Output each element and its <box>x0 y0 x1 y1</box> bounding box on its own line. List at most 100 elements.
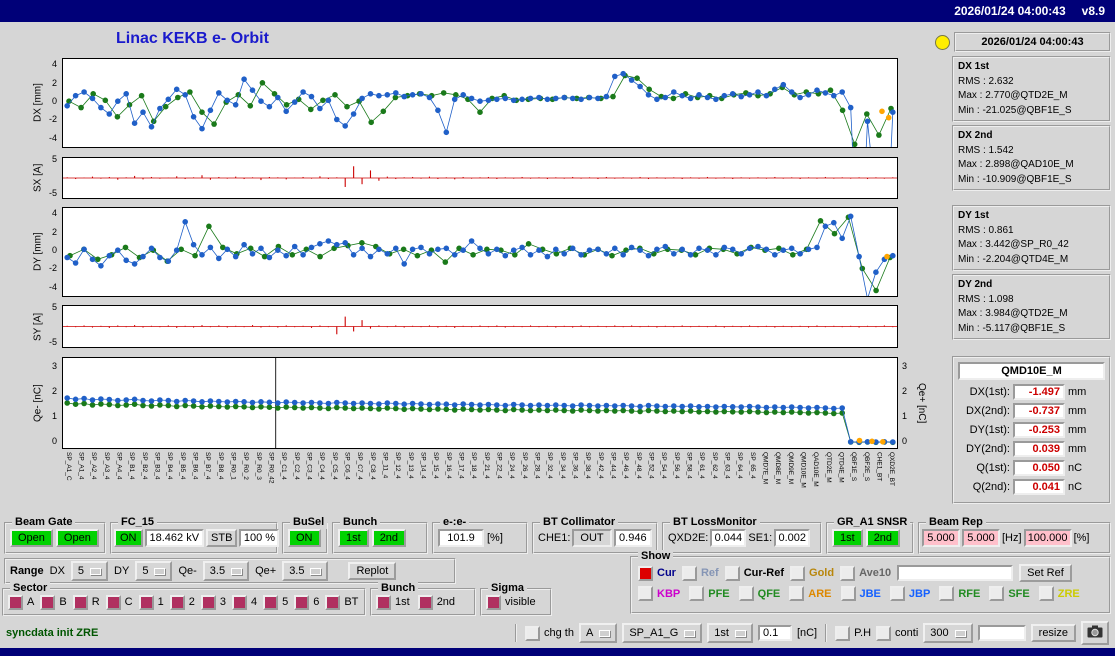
range-qe-minus-select[interactable]: 3.5 <box>202 561 250 581</box>
range-qe-plus-select[interactable]: 3.5 <box>282 561 329 581</box>
busel-on-button[interactable]: ON <box>288 529 321 547</box>
checkbox-label: 6 <box>313 596 320 608</box>
sector-checkbox-5[interactable]: 5 <box>263 594 288 610</box>
dx-tick-label: -4 <box>48 132 57 143</box>
x-axis-bpm-label: QAD10E_M <box>812 452 820 487</box>
che1-value-field[interactable]: 0.946 <box>613 529 652 547</box>
bunch-checkbox-1st[interactable]: 1st <box>376 594 410 610</box>
checkbox-label: 3 <box>219 596 226 608</box>
show-checkbox-cur[interactable]: Cur <box>638 565 676 581</box>
ee-ratio-field[interactable]: 101.9 <box>438 529 484 547</box>
show-checkbox-are[interactable]: ARE <box>789 586 832 601</box>
show-checkbox-cur-ref[interactable]: Cur-Ref <box>724 565 785 581</box>
checkbox-label: 2 <box>188 596 195 608</box>
conti-checkbox[interactable]: conti <box>876 625 918 641</box>
che1-state-field: OUT <box>572 529 612 547</box>
beam-gate-group: Beam Gate Open Open <box>4 516 106 554</box>
bunch-2nd-button[interactable]: 2nd <box>371 529 407 547</box>
checkbox-indicator <box>638 565 653 581</box>
x-axis-bpm-label: SP_B6_4 <box>191 452 199 480</box>
sigma-visible-checkbox[interactable]: visible <box>486 594 536 610</box>
sector-checkbox-4[interactable]: 4 <box>231 594 257 610</box>
beam-gate-open-button-1[interactable]: Open <box>10 529 53 547</box>
sx-plot-svg <box>63 166 897 187</box>
x-axis-bpm-label: SP_A1_4 <box>77 452 85 480</box>
sector-checkbox-2[interactable]: 2 <box>169 594 195 610</box>
dx-chart: DX [mm] 4 2 0 -2 -4 <box>0 58 930 148</box>
show-checkbox-jbp[interactable]: JBP <box>889 586 930 601</box>
sector-checkbox-a[interactable]: A <box>8 594 34 610</box>
range-dy-select[interactable]: 5 <box>135 561 173 581</box>
x-axis-bpm-label: SP_46_4 <box>622 452 630 479</box>
sector-checkbox-1[interactable]: 1 <box>138 594 164 610</box>
show-checkbox-kbp[interactable]: KBP <box>638 586 680 601</box>
sector-checkbox-bt[interactable]: BT <box>325 594 358 610</box>
titlebar-version: v8.9 <box>1081 4 1105 18</box>
gr-snsr-1st-button[interactable]: 1st <box>832 529 863 547</box>
bpm-monitor-title[interactable]: QMD10E_M <box>958 362 1105 380</box>
x-axis-bpm-label: SP_32_4 <box>546 452 554 479</box>
show-checkbox-zre[interactable]: ZRE <box>1038 586 1080 601</box>
set-ref-button[interactable]: Set Ref <box>1019 564 1072 582</box>
ref-name-input[interactable] <box>897 565 1014 581</box>
screenshot-button[interactable] <box>1081 621 1109 645</box>
show-checkbox-sfe[interactable]: SFE <box>989 586 1030 601</box>
sector-label: Sector <box>10 582 51 596</box>
sync-status-text: syncdata init ZRE <box>6 627 99 639</box>
fc15-kv-field[interactable]: 18.462 kV <box>144 529 205 547</box>
show-checkbox-ref[interactable]: Ref <box>681 565 719 581</box>
show-checkbox-rfe[interactable]: RFE <box>939 586 980 601</box>
show-checkbox-pfe[interactable]: PFE <box>689 586 730 601</box>
fc15-percent-field[interactable]: 100 % <box>239 529 280 547</box>
monitor-row: DX(1st): -1.497 mm <box>958 384 1105 400</box>
beam-rep-field-2[interactable]: 5.000 <box>962 529 1000 547</box>
x-axis-bpm-label: SP_15_4 <box>432 452 440 479</box>
fc15-on-button[interactable]: ON <box>114 529 143 547</box>
show-checkbox-qfe[interactable]: QFE <box>738 586 780 601</box>
fc15-stb-button[interactable]: STB <box>206 529 238 547</box>
bunch-checkbox-2nd[interactable]: 2nd <box>417 594 455 610</box>
x-axis-bpm-label: SP_C4_4 <box>318 452 326 480</box>
misc-input[interactable] <box>977 625 1026 641</box>
interval-select[interactable]: 300 <box>923 623 973 643</box>
dx-plot <box>62 58 898 148</box>
bpm-select[interactable]: SP_A1_G <box>622 623 703 643</box>
checkbox-indicator <box>876 625 892 641</box>
sector-checkbox-6[interactable]: 6 <box>294 594 320 610</box>
dy-tick-label: -4 <box>48 281 57 292</box>
stats-min: Min : -2.204@QTD4E_M <box>958 253 1069 265</box>
checkbox-indicator <box>790 565 806 581</box>
checkbox-indicator <box>989 586 1005 601</box>
q-tick-label: 3 <box>51 361 57 371</box>
separator <box>515 624 518 642</box>
beam-rep-field-1[interactable]: 5.000 <box>922 529 960 547</box>
beam-gate-open-button-2[interactable]: Open <box>55 529 99 547</box>
threshold-input[interactable] <box>757 625 792 641</box>
se1-value-field[interactable]: 0.002 <box>774 529 811 547</box>
x-axis-bpm-label: SP_28_4 <box>533 452 541 479</box>
beam-rep-percent-field[interactable]: 100.000 <box>1023 529 1072 547</box>
ph-checkbox[interactable]: P.H <box>835 625 871 641</box>
show-checkbox-ave10[interactable]: Ave10 <box>840 565 891 581</box>
chg-th-checkbox[interactable]: chg th <box>525 625 574 641</box>
sector-checkbox-b[interactable]: B <box>40 594 67 610</box>
x-axis-bpm-label: SP_A2_4 <box>90 452 98 480</box>
bunch-number-select[interactable]: 1st <box>707 623 753 643</box>
sector-checkbox-r[interactable]: R <box>72 594 100 610</box>
checkbox-indicator <box>40 594 56 610</box>
dy-plot <box>62 207 898 297</box>
bunch-1st-button[interactable]: 1st <box>338 529 369 547</box>
x-axis-bpm-label: QTD4E_M <box>837 452 845 483</box>
range-dx-select[interactable]: 5 <box>70 561 109 581</box>
sector-checkbox-3[interactable]: 3 <box>200 594 226 610</box>
sector-checkbox-c[interactable]: C <box>105 594 133 610</box>
x-axis-bpm-label: SP_A4_4 <box>115 452 123 480</box>
checkbox-label: Cur-Ref <box>743 567 785 579</box>
resize-button[interactable]: resize <box>1030 624 1076 642</box>
sector-select[interactable]: A <box>578 623 618 643</box>
replot-button[interactable]: Replot <box>348 562 397 580</box>
gr-snsr-2nd-button[interactable]: 2nd <box>865 529 901 547</box>
qxd2e-value-field[interactable]: 0.044 <box>710 529 747 547</box>
show-checkbox-jbe[interactable]: JBE <box>840 586 881 601</box>
show-checkbox-gold[interactable]: Gold <box>790 565 834 581</box>
